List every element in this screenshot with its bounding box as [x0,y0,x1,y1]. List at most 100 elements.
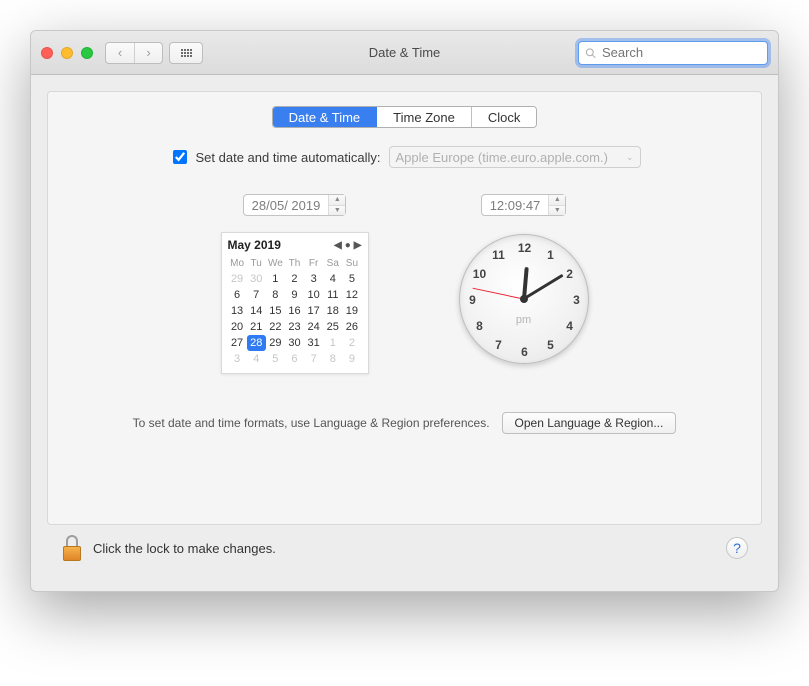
calendar-header: May 2019 ◀ ● ▶ [228,238,362,256]
calendar-day[interactable]: 20 [228,319,247,335]
help-button[interactable]: ? [726,537,748,559]
calendar-day[interactable]: 1 [266,271,285,287]
minimize-icon[interactable] [61,47,73,59]
calendar-day[interactable]: 25 [323,319,342,335]
calendar-day[interactable]: 10 [304,287,323,303]
time-column: 12:09:47 ▲ ▼ pm 121234567891011 [459,194,589,374]
time-stepper[interactable]: 12:09:47 ▲ ▼ [481,194,567,216]
calendar-day[interactable]: 9 [285,287,304,303]
calendar-day[interactable]: 6 [285,351,304,367]
date-stepper[interactable]: 28/05/ 2019 ▲ ▼ [243,194,347,216]
clock-number: 8 [470,319,488,333]
clock-number: 2 [561,267,579,281]
calendar-day[interactable]: 29 [266,335,285,351]
calendar-day[interactable]: 22 [266,319,285,335]
calendar-day[interactable]: 7 [304,351,323,367]
calendar-title: May 2019 [228,238,281,252]
calendar-day[interactable]: 27 [228,335,247,351]
time-step-up[interactable]: ▲ [549,195,565,206]
calendar-day[interactable]: 4 [323,271,342,287]
show-all-button[interactable] [169,42,203,64]
titlebar: ‹ › Date & Time [31,31,778,75]
clock-ampm: pm [516,314,531,326]
nav-back-forward: ‹ › [105,42,163,64]
date-column: 28/05/ 2019 ▲ ▼ May 2019 ◀ ● ▶ [221,194,369,374]
calendar-day[interactable]: 5 [266,351,285,367]
calendar-day[interactable]: 8 [266,287,285,303]
main-panel: Date & Time Time Zone Clock Set date and… [47,91,762,525]
auto-set-checkbox-label[interactable]: Set date and time automatically: [169,147,381,167]
calendar[interactable]: May 2019 ◀ ● ▶ MoTuWeThFrSaSu 2930123456… [221,232,369,374]
calendar-weekday: Sa [323,256,342,271]
calendar-day[interactable]: 30 [247,271,266,287]
time-step-down[interactable]: ▼ [549,206,565,216]
date-step-up[interactable]: ▲ [329,195,345,206]
language-region-row: To set date and time formats, use Langua… [48,412,761,434]
calendar-weekday: Su [342,256,361,271]
calendar-weekday: Tu [247,256,266,271]
clock-number: 7 [490,338,508,352]
calendar-day[interactable]: 26 [342,319,361,335]
calendar-day[interactable]: 14 [247,303,266,319]
calendar-day[interactable]: 2 [342,335,361,351]
zoom-icon[interactable] [81,47,93,59]
calendar-day[interactable]: 11 [323,287,342,303]
calendar-prev-icon[interactable]: ◀ [334,240,342,251]
calendar-day[interactable]: 31 [304,335,323,351]
calendar-day[interactable]: 3 [304,271,323,287]
calendar-day[interactable]: 8 [323,351,342,367]
time-server-select[interactable]: Apple Europe (time.euro.apple.com.) ⌄ [389,146,641,168]
calendar-day[interactable]: 15 [266,303,285,319]
calendar-day[interactable]: 23 [285,319,304,335]
lock-row: Click the lock to make changes. ? [47,525,762,575]
auto-set-checkbox[interactable] [173,150,187,164]
calendar-next-icon[interactable]: ▶ [354,240,362,251]
clock-number: 3 [568,293,586,307]
back-button[interactable]: ‹ [106,43,134,63]
search-icon [585,47,596,59]
clock-number: 1 [542,248,560,262]
calendar-day[interactable]: 21 [247,319,266,335]
calendar-weekday: Mo [228,256,247,271]
calendar-day[interactable]: 4 [247,351,266,367]
time-value: 12:09:47 [482,195,550,215]
calendar-day[interactable]: 29 [228,271,247,287]
search-field[interactable] [578,41,768,65]
calendar-day[interactable]: 2 [285,271,304,287]
window-controls [41,47,93,59]
calendar-day[interactable]: 6 [228,287,247,303]
tab-clock[interactable]: Clock [472,107,537,127]
calendar-day[interactable]: 5 [342,271,361,287]
calendar-day[interactable]: 19 [342,303,361,319]
calendar-day[interactable]: 16 [285,303,304,319]
date-step-down[interactable]: ▼ [329,206,345,216]
tabs: Date & Time Time Zone Clock [48,92,761,128]
auto-set-label-text: Set date and time automatically: [196,150,381,165]
close-icon[interactable] [41,47,53,59]
preferences-window: ‹ › Date & Time Date & Time Time Zone Cl… [30,30,779,592]
calendar-today-icon[interactable]: ● [345,240,351,251]
tab-time-zone[interactable]: Time Zone [377,107,472,127]
lock-icon[interactable] [61,535,83,561]
calendar-day[interactable]: 24 [304,319,323,335]
calendar-day[interactable]: 13 [228,303,247,319]
calendar-day[interactable]: 17 [304,303,323,319]
open-language-region-button[interactable]: Open Language & Region... [502,412,677,434]
calendar-day[interactable]: 28 [247,335,266,351]
calendar-day[interactable]: 3 [228,351,247,367]
calendar-day[interactable]: 12 [342,287,361,303]
calendar-day[interactable]: 9 [342,351,361,367]
calendar-day[interactable]: 7 [247,287,266,303]
search-input[interactable] [600,44,761,61]
calendar-weekday: Th [285,256,304,271]
tab-date-time[interactable]: Date & Time [273,107,378,127]
calendar-day[interactable]: 18 [323,303,342,319]
auto-set-row: Set date and time automatically: Apple E… [48,146,761,168]
calendar-day[interactable]: 1 [323,335,342,351]
clock-number: 6 [516,345,534,359]
calendar-day[interactable]: 30 [285,335,304,351]
calendar-weekday: Fr [304,256,323,271]
clock-number: 4 [561,319,579,333]
calendar-weekday: We [266,256,285,271]
forward-button[interactable]: › [134,43,162,63]
